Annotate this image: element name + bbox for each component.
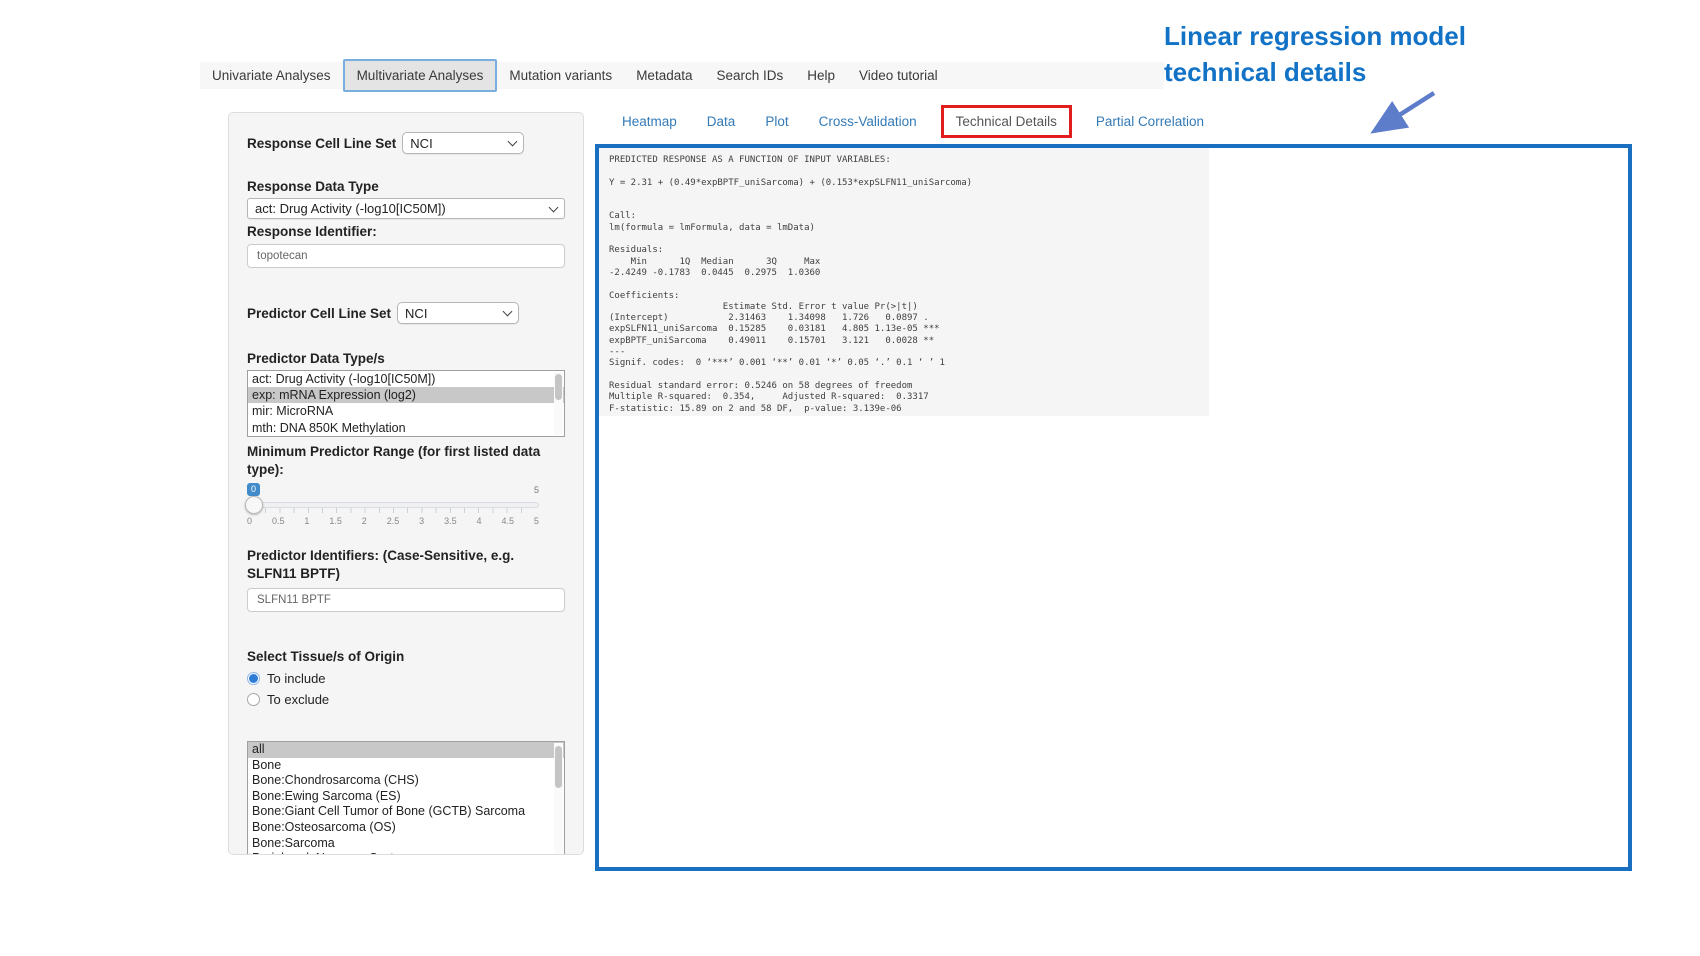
tick-label: 4 bbox=[477, 516, 482, 526]
radio-dot bbox=[249, 674, 258, 683]
list-item[interactable]: Bone:Chondrosarcoma (CHS) bbox=[248, 773, 564, 789]
slider-ticks bbox=[251, 508, 535, 513]
response-cell-line-set-value: NCI bbox=[410, 136, 503, 151]
slider-max-label: 5 bbox=[534, 485, 539, 495]
to-include-label: To include bbox=[267, 671, 326, 686]
slider-value-badge: 0 bbox=[247, 483, 260, 496]
listbox-scrollbar[interactable] bbox=[554, 372, 563, 435]
result-tabs: Heatmap Data Plot Cross-Validation Techn… bbox=[622, 104, 1204, 138]
predictor-data-types-listbox[interactable]: act: Drug Activity (-log10[IC50M]) exp: … bbox=[247, 370, 565, 437]
predictor-cell-line-set-label: Predictor Cell Line Set bbox=[247, 305, 391, 322]
lm-output: PREDICTED RESPONSE AS A FUNCTION OF INPU… bbox=[599, 148, 1209, 416]
tick-label: 2.5 bbox=[387, 516, 400, 526]
list-item[interactable]: Bone:Giant Cell Tumor of Bone (GCTB) Sar… bbox=[248, 804, 564, 820]
response-data-type-value: act: Drug Activity (-log10[IC50M]) bbox=[255, 201, 544, 216]
tick-label: 1 bbox=[304, 516, 309, 526]
tab-heatmap[interactable]: Heatmap bbox=[622, 114, 677, 129]
annotation-line2: technical details bbox=[1164, 54, 1494, 90]
to-include-radio[interactable] bbox=[247, 672, 260, 685]
listbox-scrollbar[interactable] bbox=[554, 743, 563, 855]
list-item[interactable]: mir: MicroRNA bbox=[248, 403, 564, 419]
list-item[interactable]: Bone:Osteosarcoma (OS) bbox=[248, 820, 564, 836]
min-predictor-range-label: Minimum Predictor Range (for first liste… bbox=[247, 443, 565, 479]
response-cell-line-set-label: Response Cell Line Set bbox=[247, 135, 396, 152]
list-item-selected[interactable]: exp: mRNA Expression (log2) bbox=[248, 387, 564, 403]
chevron-down-icon bbox=[503, 307, 513, 317]
response-cell-line-set-select[interactable]: NCI bbox=[402, 132, 524, 154]
annotation-text: Linear regression model technical detail… bbox=[1164, 18, 1494, 90]
tick-label: 5 bbox=[534, 516, 539, 526]
tick-label: 3.5 bbox=[444, 516, 457, 526]
scrollbar-thumb[interactable] bbox=[555, 374, 562, 400]
predictor-cell-line-set-select[interactable]: NCI bbox=[397, 302, 519, 324]
slider-handle[interactable] bbox=[245, 496, 263, 514]
annotation-arrow-icon bbox=[1358, 88, 1446, 140]
nav-mutation-variants[interactable]: Mutation variants bbox=[497, 62, 624, 89]
predictor-cell-line-set-value: NCI bbox=[405, 306, 498, 321]
tab-plot[interactable]: Plot bbox=[765, 114, 788, 129]
response-identifier-input[interactable] bbox=[247, 244, 565, 268]
list-item[interactable]: Bone:Ewing Sarcoma (ES) bbox=[248, 789, 564, 805]
scrollbar-thumb[interactable] bbox=[555, 746, 562, 788]
tissue-origin-listbox[interactable]: all Bone Bone:Chondrosarcoma (CHS) Bone:… bbox=[247, 741, 565, 855]
nav-multivariate-analyses[interactable]: Multivariate Analyses bbox=[343, 59, 498, 92]
slider-tick-labels: 0 0.5 1 1.5 2 2.5 3 3.5 4 4.5 5 bbox=[247, 516, 539, 526]
chevron-down-icon bbox=[508, 137, 518, 147]
tick-label: 4.5 bbox=[501, 516, 514, 526]
nav-video-tutorial[interactable]: Video tutorial bbox=[847, 62, 950, 89]
nav-univariate-analyses[interactable]: Univariate Analyses bbox=[200, 62, 343, 89]
tab-partial-correlation[interactable]: Partial Correlation bbox=[1096, 114, 1204, 129]
response-data-type-label: Response Data Type bbox=[247, 178, 565, 195]
nav-help[interactable]: Help bbox=[795, 62, 847, 89]
predictor-identifiers-label: Predictor Identifiers: (Case-Sensitive, … bbox=[247, 547, 565, 583]
tissue-origin-label: Select Tissue/s of Origin bbox=[247, 648, 565, 665]
to-exclude-label: To exclude bbox=[267, 692, 329, 707]
list-item[interactable]: Bone:Sarcoma bbox=[248, 836, 564, 852]
chevron-down-icon bbox=[549, 202, 559, 212]
list-item[interactable]: Peripheral_Nervous_System bbox=[248, 851, 564, 855]
tick-label: 1.5 bbox=[329, 516, 342, 526]
response-identifier-label: Response Identifier: bbox=[247, 223, 565, 240]
tick-label: 0 bbox=[247, 516, 252, 526]
tab-cross-validation[interactable]: Cross-Validation bbox=[819, 114, 917, 129]
to-exclude-radio[interactable] bbox=[247, 693, 260, 706]
technical-details-panel: PREDICTED RESPONSE AS A FUNCTION OF INPU… bbox=[595, 144, 1632, 871]
list-item[interactable]: Bone bbox=[248, 758, 564, 774]
predictor-data-types-label: Predictor Data Type/s bbox=[247, 350, 565, 367]
nav-metadata[interactable]: Metadata bbox=[624, 62, 704, 89]
tick-label: 0.5 bbox=[272, 516, 285, 526]
list-item[interactable]: mth: DNA 850K Methylation bbox=[248, 420, 564, 436]
annotation-line1: Linear regression model bbox=[1164, 18, 1494, 54]
red-annotation-box: Technical Details bbox=[941, 105, 1072, 138]
min-predictor-range-slider[interactable]: 0 5 0 0.5 1 1.5 2 2.5 3 3.5 4 4.5 5 bbox=[247, 483, 539, 533]
tab-technical-details[interactable]: Technical Details bbox=[956, 114, 1057, 129]
tick-label: 2 bbox=[362, 516, 367, 526]
predictor-identifiers-input[interactable] bbox=[247, 588, 565, 612]
nav-search-ids[interactable]: Search IDs bbox=[704, 62, 795, 89]
tick-label: 3 bbox=[419, 516, 424, 526]
sidebar-panel: Response Cell Line Set NCI Response Data… bbox=[228, 112, 584, 855]
top-navbar: Univariate Analyses Multivariate Analyse… bbox=[200, 62, 1253, 89]
list-item-selected[interactable]: all bbox=[248, 742, 564, 758]
list-item[interactable]: act: Drug Activity (-log10[IC50M]) bbox=[248, 371, 564, 387]
response-data-type-select[interactable]: act: Drug Activity (-log10[IC50M]) bbox=[247, 198, 565, 219]
tab-data[interactable]: Data bbox=[707, 114, 736, 129]
